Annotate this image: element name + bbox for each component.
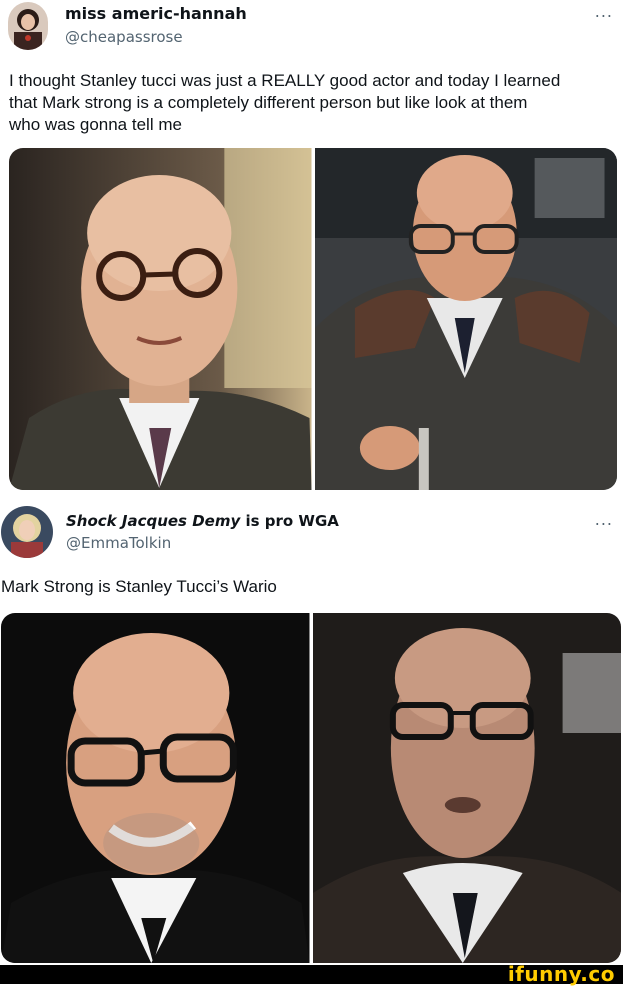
photo-mark-strong-glasses[interactable] — [312, 613, 621, 963]
display-name[interactable]: Shock Jacques Demy is pro WGA — [66, 512, 339, 530]
avatar[interactable] — [1, 506, 53, 558]
photo-stanley-tucci[interactable] — [9, 148, 312, 490]
tweet-text: I thought Stanley tucci was just a REALL… — [9, 71, 561, 134]
watermark-logo[interactable]: ifunny.co — [508, 962, 615, 986]
photo-mark-strong[interactable] — [314, 148, 617, 490]
display-name-italic: Shock Jacques Demy — [66, 512, 241, 530]
avatar[interactable] — [8, 2, 48, 50]
user-handle[interactable]: @EmmaTolkin — [66, 534, 171, 552]
display-name-suffix: is pro WGA — [240, 512, 339, 530]
more-options-icon[interactable]: ... — [595, 510, 613, 529]
photo-stanley-tucci-smiling[interactable] — [1, 613, 310, 963]
watermark-bar: ifunny.co — [0, 962, 623, 986]
tweet-header: Shock Jacques Demy is pro WGA @EmmaTolki… — [0, 502, 623, 562]
tweet-header: miss americ-hannah @cheapassrose ... — [0, 0, 623, 60]
tweet-media[interactable] — [1, 613, 621, 963]
more-options-icon[interactable]: ... — [595, 2, 613, 21]
tweet-media[interactable] — [9, 148, 617, 490]
tweet-text: Mark Strong is Stanley Tucci’s Wario — [1, 577, 277, 596]
display-name[interactable]: miss americ-hannah — [65, 4, 247, 23]
user-handle[interactable]: @cheapassrose — [65, 28, 183, 46]
